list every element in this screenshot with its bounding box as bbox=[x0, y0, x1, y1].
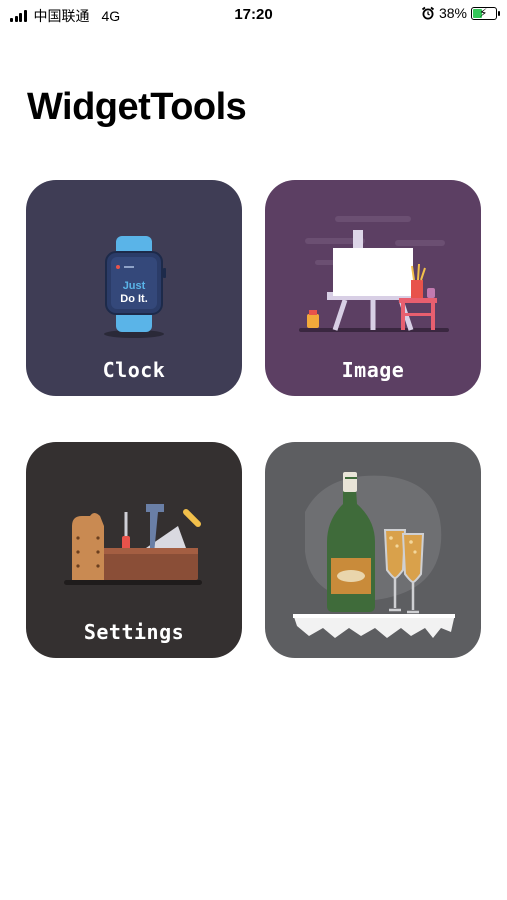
battery-icon: ⚡ bbox=[471, 5, 500, 20]
status-bar: 中国联通 4G 17:20 38% ⚡ bbox=[0, 0, 507, 30]
champagne-icon bbox=[293, 472, 455, 638]
clock-card[interactable]: Just Do It. Clock bbox=[26, 180, 242, 396]
settings-card[interactable]: Settings bbox=[26, 442, 242, 658]
alarm-clock-icon bbox=[421, 6, 435, 20]
image-card[interactable]: Image bbox=[265, 180, 481, 396]
page-title: WidgetTools bbox=[27, 86, 247, 128]
watch-text-line1: Just bbox=[123, 280, 146, 292]
charging-bolt-icon: ⚡ bbox=[479, 5, 488, 20]
image-card-label: Image bbox=[341, 358, 405, 382]
settings-card-label: Settings bbox=[83, 620, 185, 644]
watch-text-line2: Do It. bbox=[120, 293, 148, 305]
battery-percent: 38% bbox=[438, 5, 467, 21]
clock-card-label: Clock bbox=[102, 358, 166, 382]
champagne-card[interactable] bbox=[265, 442, 481, 658]
status-right: 38% ⚡ bbox=[421, 5, 500, 21]
